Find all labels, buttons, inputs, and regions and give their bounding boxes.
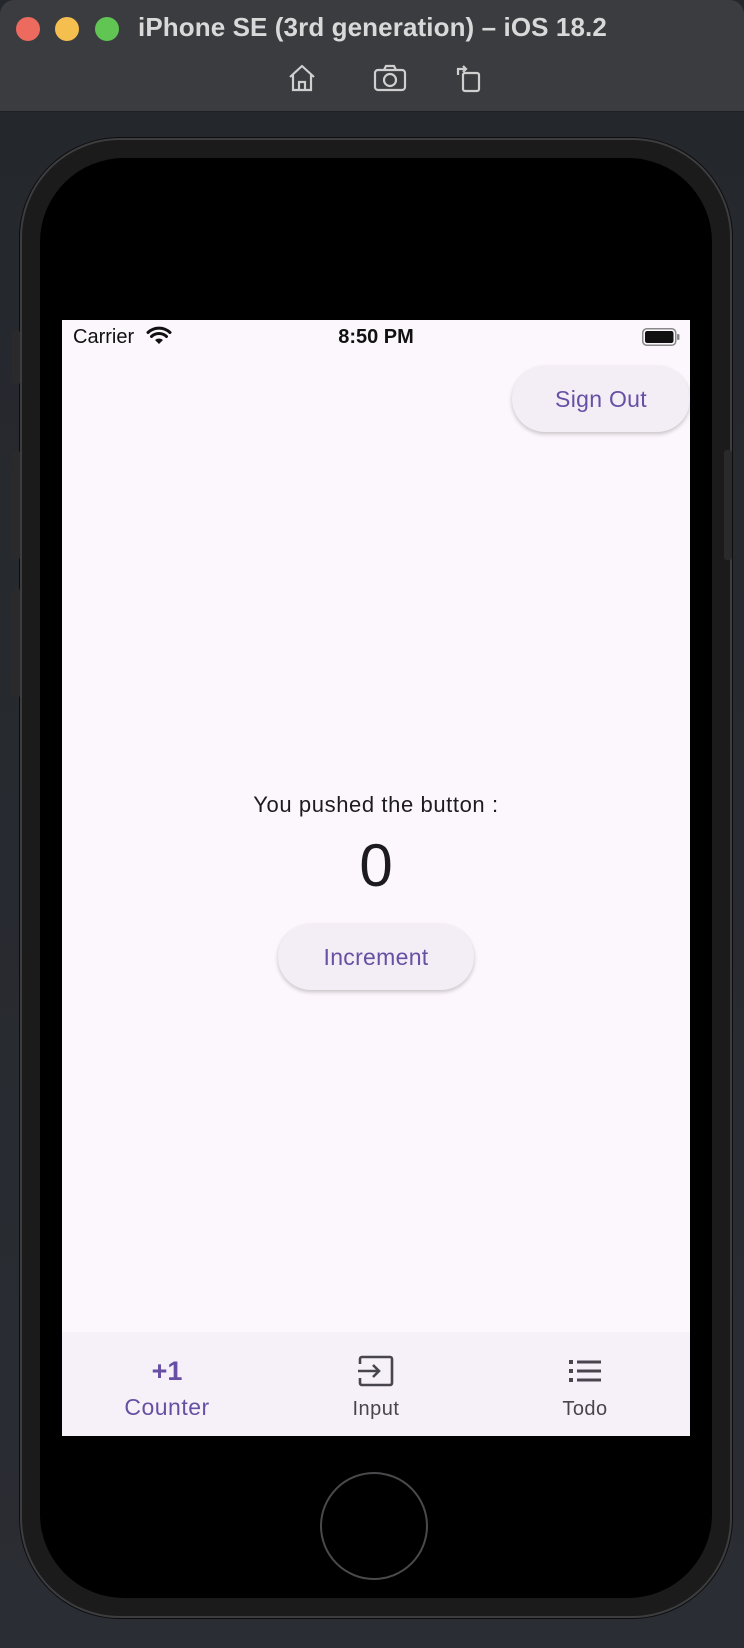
device-home-button[interactable] <box>320 1472 428 1580</box>
status-time: 8:50 PM <box>338 326 414 348</box>
nav-label-todo: Todo <box>562 1398 608 1420</box>
counter-value: 0 <box>359 832 393 899</box>
nav-item-todo[interactable]: Todo <box>480 1332 690 1436</box>
nav-label-input: Input <box>352 1398 400 1420</box>
device-volume-down <box>12 588 20 698</box>
simulator-window: iPhone SE (3rd generation) – iOS 18.2 Ca… <box>0 0 744 1648</box>
rotate-toolbar-button[interactable] <box>452 62 486 94</box>
battery-icon <box>642 328 680 346</box>
device-volume-up <box>12 450 20 560</box>
status-bar: Carrier 8:50 PM <box>62 320 690 356</box>
nav-item-counter[interactable]: +1 Counter <box>62 1332 272 1436</box>
list-icon <box>569 1360 601 1382</box>
home-icon <box>289 64 315 92</box>
close-window-button[interactable] <box>16 17 40 41</box>
bottom-navigation-bar: +1 Counter Input Todo <box>62 1332 690 1436</box>
sign-out-button[interactable]: Sign Out <box>512 366 690 432</box>
rotate-icon <box>456 65 481 93</box>
increment-button[interactable]: Increment <box>278 924 474 990</box>
nav-item-input[interactable]: Input <box>271 1332 481 1436</box>
device-side-button <box>12 330 20 385</box>
camera-icon <box>373 64 407 92</box>
home-toolbar-button[interactable] <box>285 62 319 94</box>
window-title: iPhone SE (3rd generation) – iOS 18.2 <box>138 12 607 42</box>
nav-label-counter: Counter <box>124 1394 210 1420</box>
device-power-button <box>724 450 732 560</box>
counter-caption: You pushed the button : <box>253 792 499 817</box>
screenshot-toolbar-button[interactable] <box>373 62 407 94</box>
window-titlebar: iPhone SE (3rd generation) – iOS 18.2 <box>0 0 744 112</box>
minimize-window-button[interactable] <box>55 17 79 41</box>
plus-one-icon: +1 <box>151 1355 183 1386</box>
input-icon <box>358 1355 394 1387</box>
zoom-window-button[interactable] <box>95 17 119 41</box>
app-screen: Carrier 8:50 PM Sign Out You pushed the … <box>62 320 690 1436</box>
